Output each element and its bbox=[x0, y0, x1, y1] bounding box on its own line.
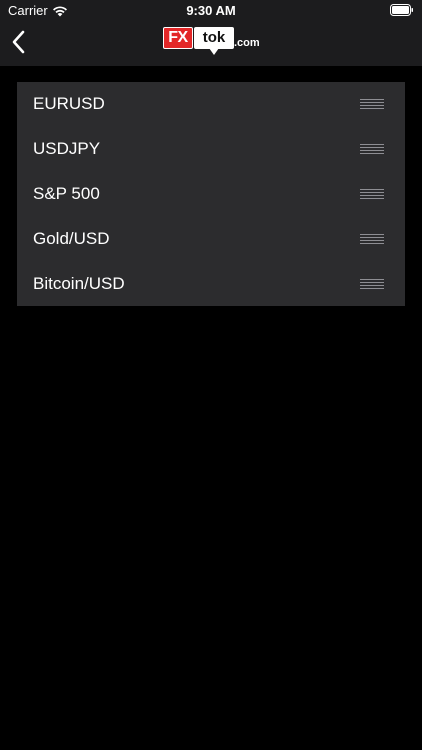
drag-handle-icon[interactable] bbox=[360, 188, 384, 199]
list-item-label: Gold/USD bbox=[33, 228, 110, 248]
logo-fx-mark: FX bbox=[163, 27, 193, 49]
status-bar: Carrier 9:30 AM bbox=[0, 0, 422, 22]
logo-speech-tail bbox=[209, 48, 219, 55]
list-item-eurusd[interactable]: EURUSD bbox=[17, 82, 405, 127]
top-bar: Carrier 9:30 AM FX tok .com bbox=[0, 0, 422, 66]
list-item-label: Bitcoin/USD bbox=[33, 273, 125, 293]
logo-tok-mark: tok bbox=[194, 27, 234, 49]
status-time: 9:30 AM bbox=[186, 3, 236, 18]
drag-handle-icon[interactable] bbox=[360, 144, 384, 155]
drag-handle-icon[interactable] bbox=[360, 99, 384, 110]
battery-icon bbox=[390, 4, 414, 16]
drag-handle-icon[interactable] bbox=[360, 233, 384, 244]
navigation-bar: FX tok .com bbox=[0, 22, 422, 66]
list-item-label: EURUSD bbox=[33, 94, 105, 114]
list-item-bitcoin-usd[interactable]: Bitcoin/USD bbox=[17, 261, 405, 306]
fxtok-logo: FX tok .com bbox=[163, 25, 261, 59]
chevron-left-icon bbox=[11, 30, 25, 59]
list-item-sp500[interactable]: S&P 500 bbox=[17, 172, 405, 217]
list-item-label: S&P 500 bbox=[33, 183, 100, 203]
list-item-gold-usd[interactable]: Gold/USD bbox=[17, 216, 405, 261]
drag-handle-icon[interactable] bbox=[360, 278, 384, 289]
list-item-usdjpy[interactable]: USDJPY bbox=[17, 127, 405, 172]
logo-domain: .com bbox=[234, 37, 260, 49]
back-button[interactable] bbox=[4, 26, 32, 62]
instrument-list: EURUSD USDJPY S&P 500 Gold/USD Bitcoin/U… bbox=[17, 82, 405, 306]
list-item-label: USDJPY bbox=[33, 139, 101, 159]
